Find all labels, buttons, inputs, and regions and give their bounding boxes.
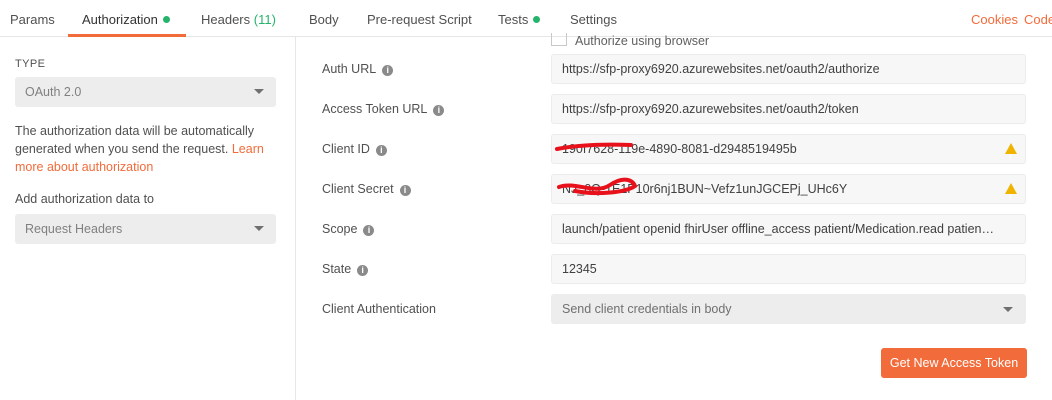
client-auth-value: Send client credentials in body [562,302,732,316]
auth-type-panel: TYPE OAuth 2.0 The authorization data wi… [0,37,296,400]
client-id-label: Client ID i [322,142,387,156]
auth-url-label: Auth URL i [322,62,394,76]
client-auth-label: Client Authentication [322,302,436,316]
tab-prerequest-script[interactable]: Pre-request Script [367,0,472,37]
request-tab-bar: Params Authorization Headers (11) Body P… [0,0,1052,37]
scope-label-text: Scope [322,222,358,236]
auth-type-select[interactable]: OAuth 2.0 [15,77,276,107]
authorize-browser-label: Authorize using browser [575,34,710,48]
auth-url-input[interactable]: https://sfp-proxy6920.azurewebsites.net/… [551,54,1026,84]
client-secret-label-text: Client Secret [322,182,394,196]
authorize-browser-checkbox[interactable] [551,33,567,46]
info-icon[interactable]: i [375,145,387,156]
client-id-label-text: Client ID [322,142,370,156]
warning-icon[interactable] [1005,143,1017,163]
tab-headers[interactable]: Headers (11) [201,0,276,37]
type-label: TYPE [15,58,46,70]
tab-tests[interactable]: Tests [498,0,541,37]
state-label-text: State [322,262,352,276]
cookies-link[interactable]: Cookies [971,0,1018,39]
add-auth-data-label: Add authorization data to [15,192,154,206]
tab-tests-label: Tests [498,12,529,27]
tab-params[interactable]: Params [10,0,55,37]
client-secret-value: NJ_0Q-1E1P10r6nj1BUN~Vefz1unJGCEPj_UHc6Y [562,182,848,196]
client-secret-input[interactable]: NJ_0Q-1E1P10r6nj1BUN~Vefz1unJGCEPj_UHc6Y [551,174,1026,204]
client-auth-select[interactable]: Send client credentials in body [551,294,1026,324]
state-input[interactable]: 12345 [551,254,1026,284]
tab-params-label: Params [10,12,55,27]
oauth2-config-form: Authorize using browser Auth URL i https:… [297,33,1052,400]
auth-url-label-text: Auth URL [322,62,377,76]
tab-body[interactable]: Body [309,0,339,37]
warning-icon[interactable] [1005,183,1017,203]
scope-label: Scope i [322,222,375,236]
client-id-input[interactable]: 190f7628-119e-4890-8081-d2948519495b [551,134,1026,164]
access-token-url-label-text: Access Token URL [322,102,428,116]
info-icon[interactable]: i [399,185,411,196]
add-auth-data-select[interactable]: Request Headers [15,214,276,244]
code-link[interactable]: Code [1024,0,1052,39]
tab-headers-label: Headers [201,12,251,27]
chevron-down-icon [1003,307,1013,312]
tab-body-label: Body [309,12,339,27]
active-dot-icon [162,16,170,23]
tab-settings-label: Settings [570,12,617,27]
client-id-value: 190f7628-119e-4890-8081-d2948519495b [562,142,797,156]
info-icon[interactable]: i [357,265,369,276]
authorize-browser-option[interactable]: Authorize using browser [551,33,709,48]
chevron-down-icon [254,89,264,94]
scope-input[interactable]: launch/patient openid fhirUser offline_a… [551,214,1026,244]
info-icon[interactable]: i [363,225,375,236]
tests-dot-icon [533,16,541,23]
add-auth-data-value: Request Headers [25,222,123,236]
headers-count-badge: (11) [253,12,276,27]
info-icon[interactable]: i [382,65,394,76]
chevron-down-icon [254,226,264,231]
state-label: State i [322,262,369,276]
tab-authorization-label: Authorization [82,12,158,27]
access-token-url-input[interactable]: https://sfp-proxy6920.azurewebsites.net/… [551,94,1026,124]
auth-info-sentence: The authorization data will be automatic… [15,124,255,156]
access-token-url-label: Access Token URL i [322,102,445,116]
get-new-access-token-button[interactable]: Get New Access Token [881,348,1027,378]
tab-authorization[interactable]: Authorization [68,0,186,37]
client-secret-label: Client Secret i [322,182,411,196]
auth-type-value: OAuth 2.0 [25,85,82,99]
tab-settings[interactable]: Settings [570,0,617,37]
auth-info-text: The authorization data will be automatic… [15,122,277,176]
tab-prerequest-label: Pre-request Script [367,12,472,27]
info-icon[interactable]: i [433,105,445,116]
